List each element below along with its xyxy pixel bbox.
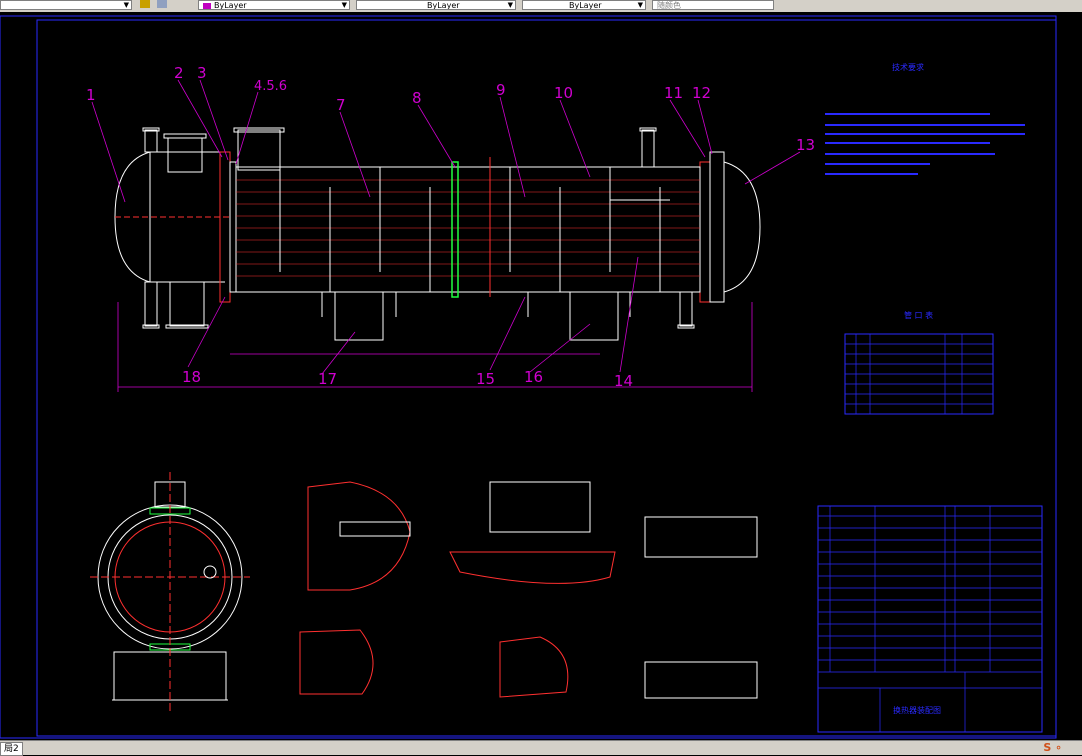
expansion-joint bbox=[451, 161, 459, 298]
label-4-5-6: 4.5.6 bbox=[254, 79, 287, 94]
end-view bbox=[90, 472, 250, 712]
label-18: 18 bbox=[182, 368, 201, 386]
label-7: 7 bbox=[336, 96, 346, 114]
lineweight-control[interactable]: ByLayer ▼ bbox=[522, 0, 646, 10]
layer-manager-icon[interactable] bbox=[156, 0, 167, 8]
chevron-down-icon: ▼ bbox=[123, 1, 129, 9]
dimension-lines bbox=[117, 302, 753, 392]
linetype-value: ByLayer bbox=[427, 1, 460, 10]
cad-drawing: 1 2 3 4.5.6 7 8 9 10 11 12 13 14 15 16 1… bbox=[0, 15, 1057, 739]
tech-req-text-lines bbox=[825, 113, 1025, 175]
label-16: 16 bbox=[524, 368, 543, 386]
label-17: 17 bbox=[318, 370, 337, 388]
plotstyle-value: 随颜色 bbox=[657, 1, 681, 10]
label-15: 15 bbox=[476, 370, 495, 388]
color-value: ByLayer bbox=[214, 1, 247, 10]
linetype-control[interactable]: ByLayer ▼ bbox=[356, 0, 516, 10]
right-head bbox=[723, 161, 761, 293]
label-1: 1 bbox=[86, 86, 96, 104]
label-2: 2 bbox=[174, 64, 184, 82]
drawing-canvas[interactable]: 1 2 3 4.5.6 7 8 9 10 11 12 13 14 15 16 1… bbox=[0, 12, 1082, 740]
label-8: 8 bbox=[412, 89, 422, 107]
saddle-right bbox=[569, 291, 619, 341]
toolbar-left-dropdown[interactable]: ▼ bbox=[0, 0, 132, 10]
color-swatch bbox=[203, 2, 211, 9]
leader-lines bbox=[91, 79, 801, 375]
plotstyle-control[interactable]: 随颜色 bbox=[652, 0, 774, 10]
label-10: 10 bbox=[554, 84, 573, 102]
layer-icons[interactable] bbox=[136, 0, 186, 10]
label-12: 12 bbox=[692, 84, 711, 102]
label-11: 11 bbox=[664, 84, 683, 102]
chevron-down-icon: ▼ bbox=[507, 1, 513, 9]
main-exchanger-view bbox=[114, 127, 761, 392]
title-block-name: 换热器装配图 bbox=[893, 705, 941, 715]
color-control[interactable]: ByLayer ▼ bbox=[198, 0, 350, 10]
baffles bbox=[279, 167, 661, 292]
leader-labels: 1 2 3 4.5.6 7 8 9 10 11 12 13 14 15 16 1… bbox=[86, 64, 815, 390]
saddle-left bbox=[334, 291, 384, 341]
technical-requirements: 技术要求 bbox=[825, 62, 1025, 175]
label-3: 3 bbox=[197, 64, 207, 82]
chevron-down-icon: ▼ bbox=[341, 1, 347, 9]
nozzle-table: 管 口 表 bbox=[844, 310, 994, 415]
status-bar: 局2 S ∘ bbox=[0, 740, 1082, 756]
detail-views bbox=[299, 481, 758, 699]
tech-req-title: 技术要求 bbox=[892, 62, 924, 72]
label-9: 9 bbox=[496, 81, 506, 99]
label-13: 13 bbox=[796, 136, 815, 154]
label-14: 14 bbox=[614, 372, 633, 390]
layer-state-icon[interactable] bbox=[140, 0, 150, 8]
nozzle-table-title: 管 口 表 bbox=[904, 310, 933, 320]
title-block: 换热器装配图 bbox=[817, 505, 1043, 733]
lineweight-value: ByLayer bbox=[569, 1, 602, 10]
chevron-down-icon: ▼ bbox=[637, 1, 643, 9]
tube-bundle bbox=[236, 179, 700, 277]
watermark-logo: S ∘ bbox=[1043, 741, 1062, 754]
